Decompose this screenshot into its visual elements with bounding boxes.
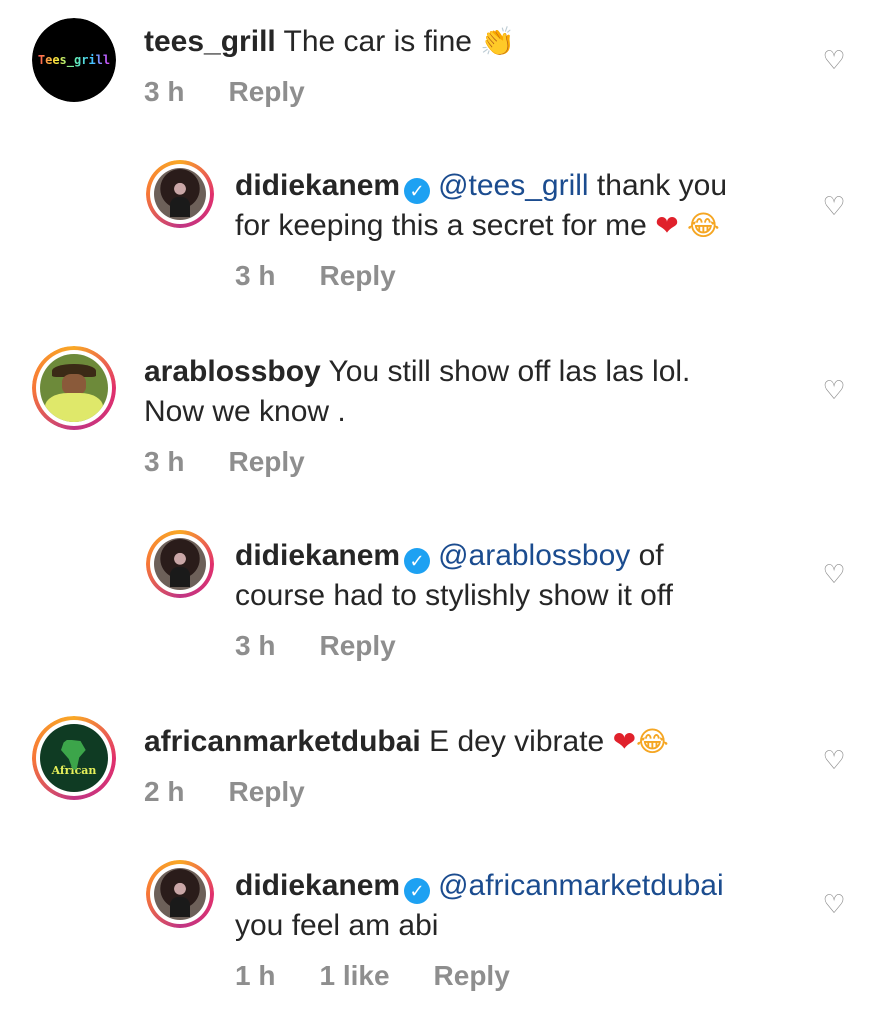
laughing-emoji: 😂 [687,209,720,242]
avatar[interactable] [146,530,214,598]
reply-button[interactable]: Reply [319,260,395,292]
heart-outline-icon[interactable]: ♡ [821,747,847,773]
heart-outline-icon[interactable]: ♡ [821,891,847,917]
comment-text: didiekanem ✓ @arablossboy of course had to… [235,539,673,612]
mention-link[interactable]: @arablossboy [438,539,630,572]
likes-count[interactable]: 1 like [319,960,389,992]
comment-text: didiekanem ✓ @africanmarketdubai you feel … [235,869,724,942]
profile-photo [40,354,108,422]
avatar[interactable]: African [32,716,116,800]
comment-meta: 3 h Reply [235,630,396,662]
username[interactable]: africanmarketdubai [144,725,421,758]
heart-outline-icon[interactable]: ♡ [821,561,847,587]
reply-button[interactable]: Reply [319,630,395,662]
username[interactable]: arablossboy [144,355,321,388]
profile-photo [154,538,206,590]
comment-meta: 1 h 1 like Reply [235,960,510,992]
verified-badge-icon: ✓ [404,878,431,904]
comment-thread: Tees_grill tees_grill The car is fine 👏 … [0,0,895,1024]
username[interactable]: didiekanem [235,869,400,902]
timestamp: 1 h [235,960,276,991]
comment-meta: 2 h Reply [144,776,305,808]
reply-button[interactable]: Reply [228,446,304,478]
timestamp: 3 h [144,446,185,477]
tees-grill-logo: Tees_grill [32,18,116,102]
clap-emoji: 👏 [480,25,516,58]
comment-meta: 3 h Reply [235,260,396,292]
mention-link[interactable]: @tees_grill [438,169,589,202]
mention-link[interactable]: @africanmarketdubai [438,869,724,902]
timestamp: 2 h [144,776,185,807]
reply-button[interactable]: Reply [228,76,304,108]
heart-outline-icon[interactable]: ♡ [821,377,847,403]
laughing-emoji: 😂 [636,725,669,758]
comment-meta: 3 h Reply [144,76,305,108]
comment-text: tees_grill The car is fine 👏 [144,25,516,58]
heart-emoji: ❤ [612,725,637,758]
username[interactable]: didiekanem [235,169,400,202]
avatar[interactable] [146,860,214,928]
comment-text: africanmarketdubai E dey vibrate ❤😂 [144,725,669,758]
profile-photo [154,168,206,220]
african-market-logo: African [40,724,108,792]
profile-photo [154,868,206,920]
heart-outline-icon[interactable]: ♡ [821,47,847,73]
heart-emoji: ❤ [655,209,679,242]
timestamp: 3 h [235,630,276,661]
timestamp: 3 h [144,76,185,107]
avatar[interactable] [146,160,214,228]
heart-outline-icon[interactable]: ♡ [821,193,847,219]
comment-meta: 3 h Reply [144,446,305,478]
reply-button[interactable]: Reply [434,960,510,992]
verified-badge-icon: ✓ [404,548,431,574]
username[interactable]: tees_grill [144,25,276,58]
comment-text: arablossboy You still show off las las l… [144,355,691,428]
verified-badge-icon: ✓ [404,178,431,204]
comment-text: didiekanem ✓ @tees_grill thank you for kee… [235,169,728,242]
avatar[interactable] [32,346,116,430]
username[interactable]: didiekanem [235,539,400,572]
timestamp: 3 h [235,260,276,291]
avatar[interactable]: Tees_grill [32,18,116,102]
reply-button[interactable]: Reply [228,776,304,808]
